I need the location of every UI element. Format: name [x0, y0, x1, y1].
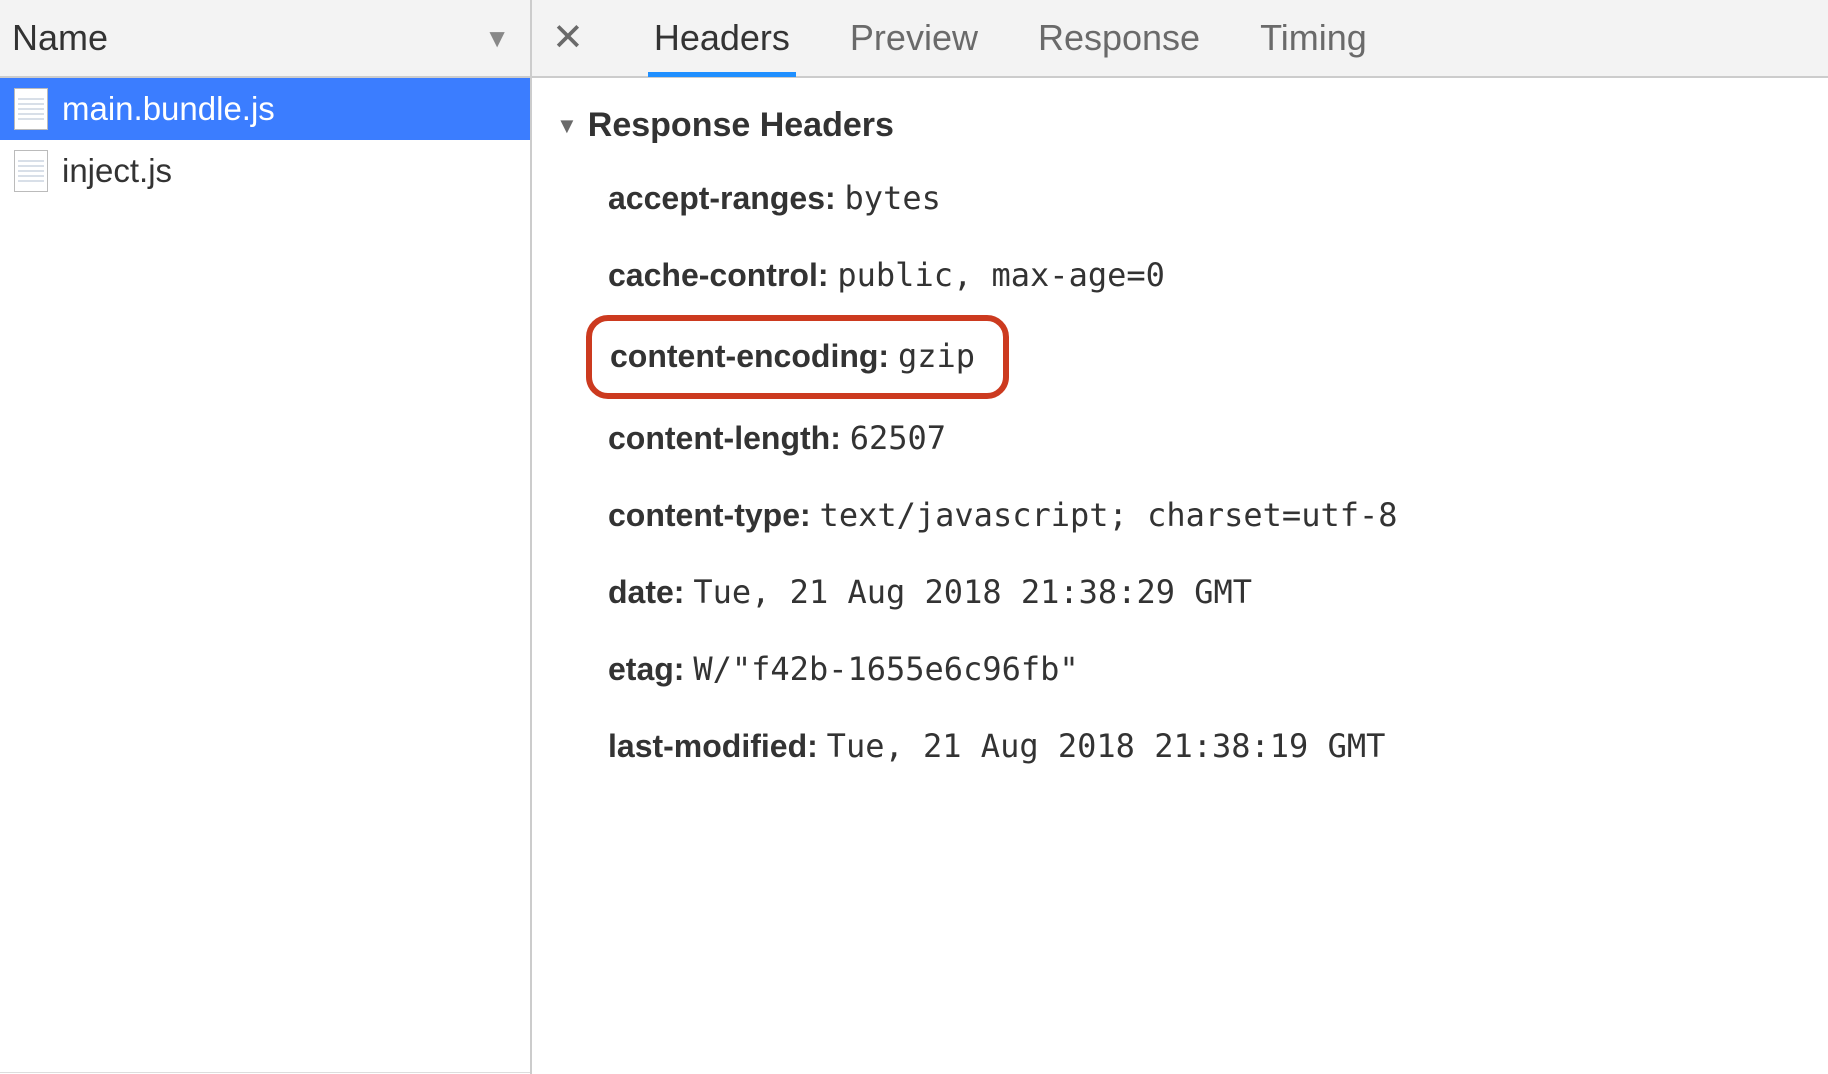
header-row-content-length: content-length: 62507 — [608, 413, 1804, 464]
header-value: 62507 — [850, 419, 946, 457]
header-key: last-modified: — [608, 728, 818, 764]
header-row-date: date: Tue, 21 Aug 2018 21:38:29 GMT — [608, 567, 1804, 618]
file-name: inject.js — [62, 152, 172, 190]
header-key: content-type: — [608, 497, 811, 533]
highlight-annotation-box: content-encoding: gzip — [586, 315, 1009, 398]
header-key: content-encoding: — [610, 338, 889, 374]
file-name: main.bundle.js — [62, 90, 275, 128]
details-body: ▼ Response Headers accept-ranges: bytes … — [532, 78, 1828, 1074]
network-requests-sidebar: Name ▼ main.bundle.js — [0, 0, 532, 1074]
header-row-content-type: content-type: text/javascript; charset=u… — [608, 490, 1804, 541]
header-row-accept-ranges: accept-ranges: bytes — [608, 173, 1804, 224]
collapse-triangle-icon[interactable]: ▼ — [556, 113, 578, 139]
header-value: bytes — [845, 179, 941, 217]
tab-timing[interactable]: Timing — [1230, 1, 1397, 75]
header-key: content-length: — [608, 420, 841, 456]
tab-response[interactable]: Response — [1008, 1, 1230, 75]
header-value: text/javascript; charset=utf-8 — [820, 496, 1398, 534]
header-value: Tue, 21 Aug 2018 21:38:19 GMT — [827, 727, 1386, 765]
file-list: main.bundle.js inject.js — [0, 78, 530, 1072]
header-key: cache-control: — [608, 257, 828, 293]
file-icon — [14, 88, 48, 130]
file-row-inject[interactable]: inject.js — [0, 140, 530, 202]
tab-headers[interactable]: Headers — [624, 1, 820, 75]
header-key: etag: — [608, 651, 684, 687]
header-row-cache-control: cache-control: public, max-age=0 — [608, 250, 1804, 301]
sort-triangle-icon[interactable]: ▼ — [484, 23, 510, 54]
header-value: Tue, 21 Aug 2018 21:38:29 GMT — [693, 573, 1252, 611]
file-icon — [14, 150, 48, 192]
header-key: date: — [608, 574, 684, 610]
tab-preview[interactable]: Preview — [820, 1, 1008, 75]
response-headers-section-header[interactable]: ▼ Response Headers — [556, 106, 1804, 145]
sidebar-header[interactable]: Name ▼ — [0, 0, 530, 78]
response-headers-list: accept-ranges: bytes cache-control: publ… — [556, 173, 1804, 773]
header-value: gzip — [898, 337, 975, 375]
close-icon[interactable]: ✕ — [552, 19, 584, 57]
file-row-main-bundle[interactable]: main.bundle.js — [0, 78, 530, 140]
header-value: public, max-age=0 — [837, 256, 1165, 294]
header-row-etag: etag: W/"f42b-1655e6c96fb" — [608, 644, 1804, 695]
section-title: Response Headers — [588, 106, 894, 145]
header-row-content-encoding: content-encoding: gzip — [610, 331, 975, 382]
devtools-network-panel: Name ▼ main.bundle.js — [0, 0, 1828, 1074]
details-tabs-bar: ✕ Headers Preview Response Timing — [532, 0, 1828, 78]
header-value: W/"f42b-1655e6c96fb" — [693, 650, 1078, 688]
column-name-header: Name — [12, 17, 108, 59]
header-key: accept-ranges: — [608, 180, 836, 216]
header-row-last-modified: last-modified: Tue, 21 Aug 2018 21:38:19… — [608, 721, 1804, 772]
request-details-panel: ✕ Headers Preview Response Timing ▼ Resp… — [532, 0, 1828, 1074]
